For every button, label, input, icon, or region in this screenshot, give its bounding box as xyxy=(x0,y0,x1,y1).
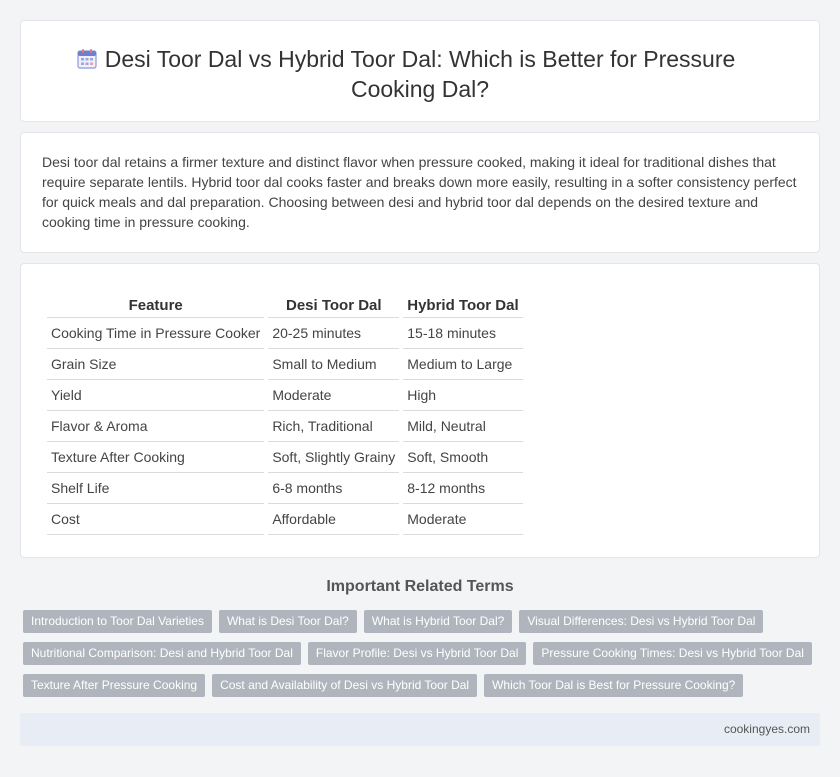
table-cell: 15-18 minutes xyxy=(403,318,523,349)
related-term-link[interactable]: Which Toor Dal is Best for Pressure Cook… xyxy=(484,674,744,697)
tag-row: Introduction to Toor Dal Varieties What … xyxy=(23,610,823,633)
column-header: Hybrid Toor Dal xyxy=(403,288,523,318)
table-cell: Soft, Slightly Grainy xyxy=(268,442,400,473)
related-term-link[interactable]: Nutritional Comparison: Desi and Hybrid … xyxy=(23,642,301,665)
table-cell: 8-12 months xyxy=(403,473,523,504)
table-cell: High xyxy=(403,380,523,411)
table-cell: 6-8 months xyxy=(268,473,400,504)
table-cell: 20-25 minutes xyxy=(268,318,400,349)
tag-row: Texture After Pressure Cooking Cost and … xyxy=(23,674,823,697)
related-term-link[interactable]: Flavor Profile: Desi vs Hybrid Toor Dal xyxy=(307,642,527,665)
calendar-icon xyxy=(77,49,97,69)
related-term-link[interactable]: Visual Differences: Desi vs Hybrid Toor … xyxy=(519,610,764,633)
related-terms-heading: Important Related Terms xyxy=(326,578,514,595)
tag-row: Nutritional Comparison: Desi and Hybrid … xyxy=(23,642,823,665)
related-term-link[interactable]: Pressure Cooking Times: Desi vs Hybrid T… xyxy=(533,642,812,665)
table-row: Cost Affordable Moderate xyxy=(47,504,523,535)
comparison-card: Feature Desi Toor Dal Hybrid Toor Dal Co… xyxy=(20,263,820,558)
table-cell: Shelf Life xyxy=(47,473,265,504)
table-cell: Cooking Time in Pressure Cooker xyxy=(47,318,265,349)
related-term-link[interactable]: Texture After Pressure Cooking xyxy=(23,674,206,697)
table-cell: Moderate xyxy=(403,504,523,535)
table-row: Flavor & Aroma Rich, Traditional Mild, N… xyxy=(47,411,523,442)
related-term-link[interactable]: What is Desi Toor Dal? xyxy=(218,610,357,633)
table-cell: Soft, Smooth xyxy=(403,442,523,473)
related-terms-list: Introduction to Toor Dal Varieties What … xyxy=(23,610,823,706)
title-card: Desi Toor Dal vs Hybrid Toor Dal: Which … xyxy=(20,20,820,122)
related-term-link[interactable]: Cost and Availability of Desi vs Hybrid … xyxy=(212,674,478,697)
footer: cookingyes.com xyxy=(20,713,820,746)
table-row: Grain Size Small to Medium Medium to Lar… xyxy=(47,349,523,380)
table-cell: Yield xyxy=(47,380,265,411)
summary-text: Desi toor dal retains a firmer texture a… xyxy=(42,154,797,230)
column-header: Desi Toor Dal xyxy=(268,288,400,318)
related-term-link[interactable]: What is Hybrid Toor Dal? xyxy=(363,610,513,633)
comparison-table: Feature Desi Toor Dal Hybrid Toor Dal Co… xyxy=(43,288,527,535)
title-wrap: Desi Toor Dal vs Hybrid Toor Dal: Which … xyxy=(21,44,819,104)
summary-card: Desi toor dal retains a firmer texture a… xyxy=(20,132,820,253)
table-cell: Medium to Large xyxy=(403,349,523,380)
table-row: Texture After Cooking Soft, Slightly Gra… xyxy=(47,442,523,473)
column-header: Feature xyxy=(47,288,265,318)
table-cell: Flavor & Aroma xyxy=(47,411,265,442)
table-cell: Affordable xyxy=(268,504,400,535)
table-cell: Rich, Traditional xyxy=(268,411,400,442)
page-title: Desi Toor Dal vs Hybrid Toor Dal: Which … xyxy=(104,46,736,102)
table-header-row: Feature Desi Toor Dal Hybrid Toor Dal xyxy=(47,288,523,318)
related-term-link[interactable]: Introduction to Toor Dal Varieties xyxy=(23,610,212,633)
table-cell: Texture After Cooking xyxy=(47,442,265,473)
table-cell: Cost xyxy=(47,504,265,535)
table-cell: Grain Size xyxy=(47,349,265,380)
table-cell: Mild, Neutral xyxy=(403,411,523,442)
table-row: Shelf Life 6-8 months 8-12 months xyxy=(47,473,523,504)
table-cell: Small to Medium xyxy=(268,349,400,380)
site-name[interactable]: cookingyes.com xyxy=(724,722,810,736)
table-cell: Moderate xyxy=(268,380,400,411)
table-row: Yield Moderate High xyxy=(47,380,523,411)
table-row: Cooking Time in Pressure Cooker 20-25 mi… xyxy=(47,318,523,349)
